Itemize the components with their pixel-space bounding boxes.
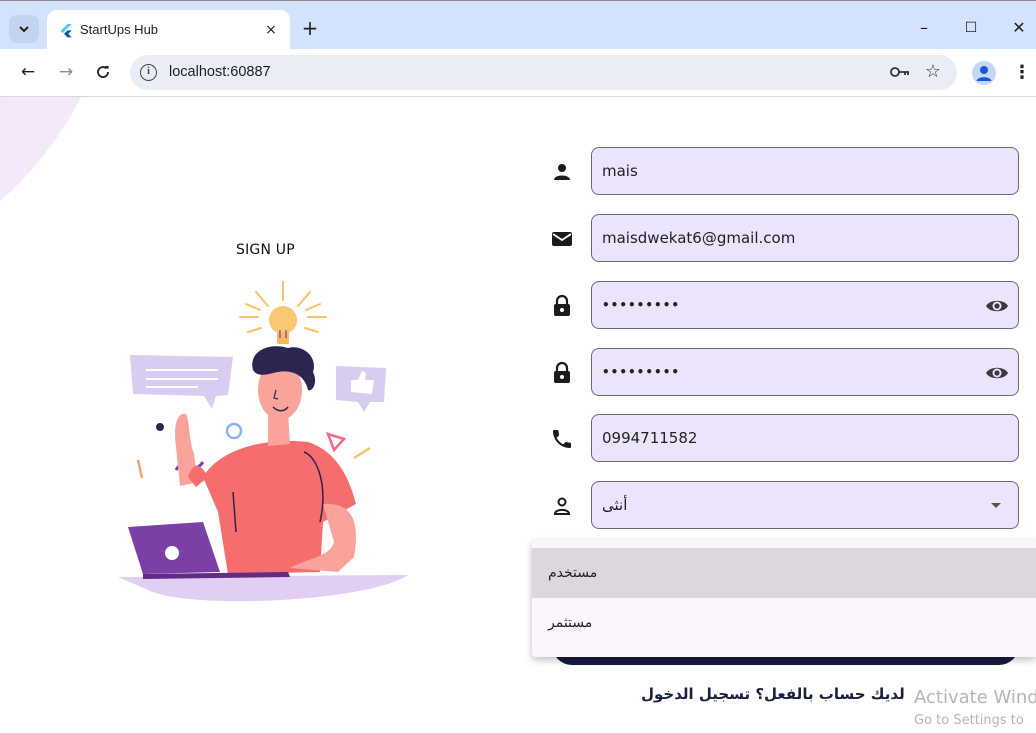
phone-field[interactable]: 0994711582 — [591, 414, 1019, 462]
lock-icon — [554, 361, 570, 383]
role-dropdown-menu: مستخدم مستثمر — [532, 540, 1036, 657]
activation-watermark-subtitle: Go to Settings to — [914, 713, 1024, 728]
mail-icon — [552, 232, 572, 246]
chevron-down-icon — [19, 26, 29, 33]
password-field[interactable]: ••••••••• — [591, 281, 1019, 329]
person-icon — [554, 164, 570, 180]
name-field-value[interactable]: mais — [602, 148, 638, 194]
signup-illustration — [118, 281, 408, 602]
browser-tab[interactable]: StartUps Hub × — [47, 10, 290, 50]
menu-dots-icon[interactable]: ⋮ — [1013, 61, 1031, 85]
light-bulb-icon — [239, 281, 327, 344]
close-window-button[interactable]: ✕ — [1008, 17, 1030, 39]
confirm-password-field[interactable]: ••••••••• — [591, 348, 1019, 396]
phone-field-value[interactable]: 0994711582 — [602, 415, 697, 461]
browser-tab-strip: StartUps Hub × + – ☐ ✕ — [0, 0, 1036, 50]
dropdown-option-user[interactable]: مستخدم — [532, 548, 1036, 598]
eye-icon[interactable] — [985, 294, 1009, 318]
lock-icon — [554, 294, 570, 316]
password-field-value[interactable]: ••••••••• — [602, 282, 680, 328]
login-link[interactable]: لديك حساب بالفعل؟ تسجيل الدخول — [641, 685, 905, 703]
name-field[interactable]: mais — [591, 147, 1019, 195]
maximize-button[interactable]: ☐ — [960, 17, 982, 39]
email-field-value[interactable]: maisdwekat6@gmail.com — [602, 215, 795, 261]
forward-button[interactable]: → — [55, 61, 77, 83]
password-key-icon[interactable] — [889, 63, 911, 81]
tab-close-icon[interactable]: × — [262, 21, 280, 39]
phone-icon — [553, 430, 571, 448]
eye-icon[interactable] — [985, 361, 1009, 385]
decorative-blob — [0, 97, 82, 202]
tab-title: StartUps Hub — [80, 22, 159, 37]
gender-select[interactable]: أنثى — [591, 481, 1019, 529]
page-title: SIGN UP — [236, 242, 295, 258]
gender-select-value[interactable]: أنثى — [602, 482, 627, 528]
profile-icon[interactable] — [972, 61, 996, 85]
activation-watermark-title: Activate Windo — [914, 687, 1036, 708]
browser-toolbar: ← → i localhost:60887 ☆ ⋮ — [0, 49, 1036, 97]
address-bar[interactable]: i localhost:60887 ☆ — [130, 55, 957, 90]
reload-icon — [97, 66, 109, 78]
confirm-password-field-value[interactable]: ••••••••• — [602, 349, 680, 395]
info-icon[interactable]: i — [140, 64, 157, 81]
url-text[interactable]: localhost:60887 — [169, 63, 271, 82]
caret-down-icon[interactable] — [991, 503, 1001, 508]
signup-page: SIGN UP mais maisdwekat6@gmail.com •••••… — [0, 97, 1036, 733]
person-avatar-icon — [976, 66, 992, 81]
email-field[interactable]: maisdwekat6@gmail.com — [591, 214, 1019, 262]
new-tab-button[interactable]: + — [300, 18, 320, 38]
minimize-button[interactable]: – — [913, 17, 935, 39]
tab-search-button[interactable] — [9, 15, 39, 43]
flutter-icon — [60, 24, 72, 38]
dropdown-option-investor[interactable]: مستثمر — [532, 598, 1036, 648]
reload-button[interactable] — [92, 61, 114, 83]
bookmark-star-icon[interactable]: ☆ — [925, 61, 941, 83]
person-outline-icon — [553, 497, 571, 515]
back-button[interactable]: ← — [17, 61, 39, 83]
